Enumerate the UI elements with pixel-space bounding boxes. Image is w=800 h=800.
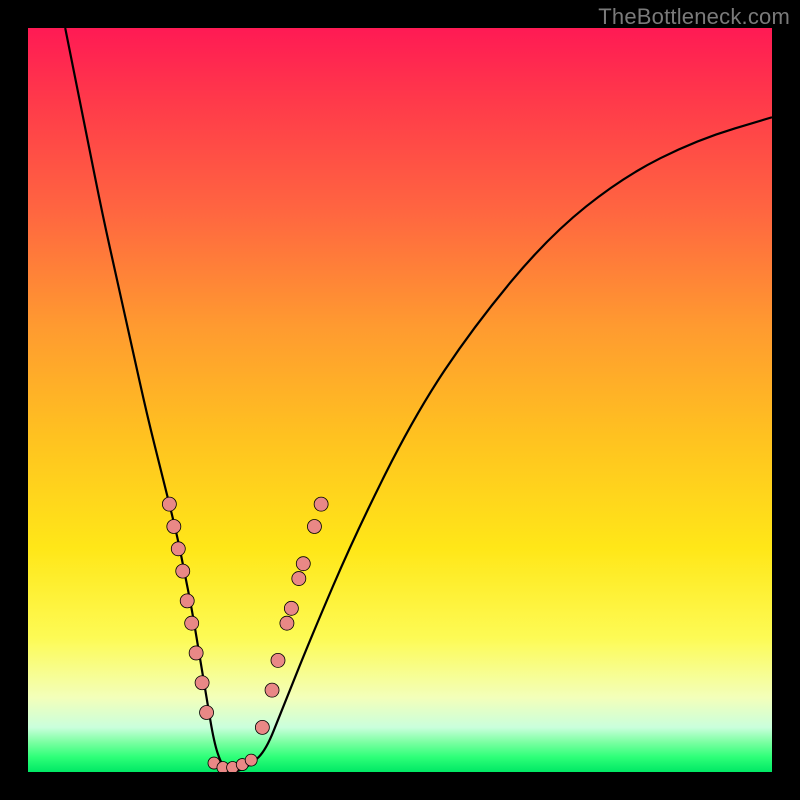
highlight-dot — [180, 594, 194, 608]
highlight-dot — [265, 683, 279, 697]
highlight-dot — [271, 653, 285, 667]
highlight-dot — [284, 601, 298, 615]
highlight-dot — [255, 720, 269, 734]
highlight-dot — [195, 676, 209, 690]
highlight-dot — [171, 542, 185, 556]
highlight-dot — [292, 572, 306, 586]
highlight-dots — [162, 497, 328, 772]
highlight-dot — [189, 646, 203, 660]
highlight-dot — [185, 616, 199, 630]
highlight-dot — [176, 564, 190, 578]
chart-frame: TheBottleneck.com — [0, 0, 800, 800]
highlight-dot — [296, 557, 310, 571]
highlight-dot — [167, 519, 181, 533]
highlight-dot — [307, 519, 321, 533]
plot-area — [28, 28, 772, 772]
highlight-dot — [280, 616, 294, 630]
chart-svg — [28, 28, 772, 772]
highlight-dot — [314, 497, 328, 511]
watermark-text: TheBottleneck.com — [598, 4, 790, 30]
highlight-dot — [245, 754, 257, 766]
highlight-dot — [162, 497, 176, 511]
bottleneck-curve — [65, 28, 772, 772]
highlight-dot — [200, 705, 214, 719]
